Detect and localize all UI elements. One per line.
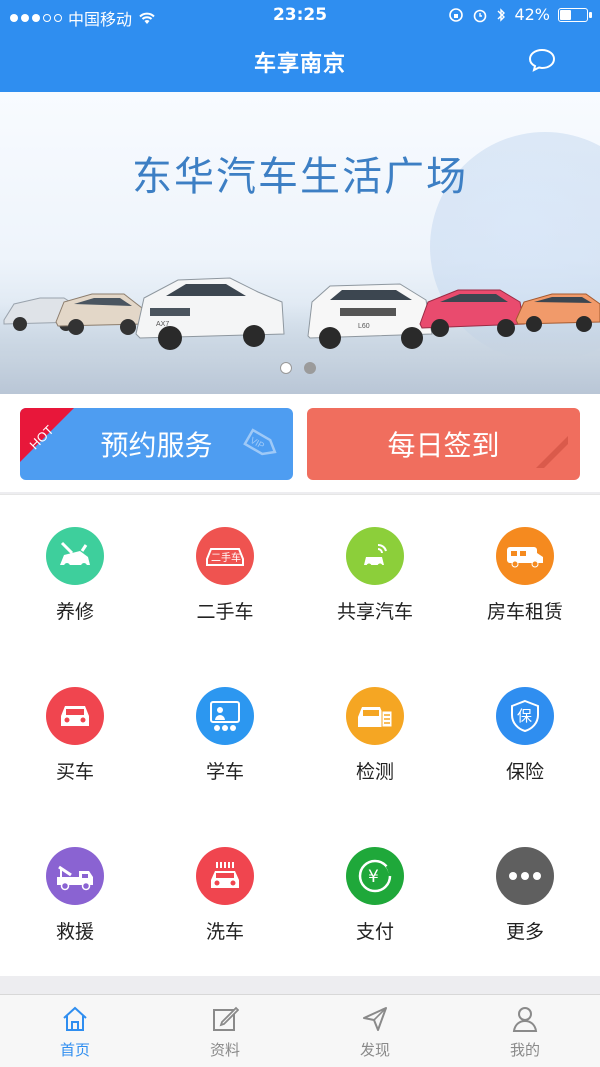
banner-title: 东华汽车生活广场 <box>132 154 468 200</box>
insurance-badge: 保 <box>517 707 532 725</box>
more-icon <box>496 847 554 905</box>
promo-banner[interactable]: 东华汽车生活广场 AX7 L60 <box>0 92 600 394</box>
tab-label: 首页 <box>59 1041 90 1059</box>
car-white-suv: AX7 <box>135 277 285 350</box>
service-label: 学车 <box>205 761 244 783</box>
book-service-button[interactable]: HOT 预约服务 VIP <box>20 408 293 480</box>
used-car-badge: 二手车 <box>211 551 241 564</box>
hot-badge: HOT <box>20 408 74 462</box>
car-label-l60: L60 <box>358 323 370 330</box>
service-label: 检测 <box>355 761 394 783</box>
pay-icon: ¥ <box>346 847 404 905</box>
insurance-icon: 保 <box>496 687 554 745</box>
service-label: 买车 <box>55 761 94 783</box>
banner-dot-2[interactable] <box>304 362 316 374</box>
tow-truck-icon <box>46 847 104 905</box>
page-title: 车享南京 <box>253 52 346 77</box>
inspection-icon <box>346 687 404 745</box>
service-rv-rental[interactable]: 房车租赁 <box>450 495 600 655</box>
daily-checkin-button[interactable]: 每日签到 <box>307 408 580 480</box>
car-wash-icon <box>196 847 254 905</box>
car-red <box>419 289 525 337</box>
home-icon <box>63 1006 87 1031</box>
rotation-lock-icon <box>449 7 464 22</box>
service-label: 二手车 <box>196 601 254 623</box>
driving-school-icon <box>196 687 254 745</box>
used-car-icon: 二手车 <box>196 527 254 585</box>
service-label: 房车租赁 <box>486 601 563 623</box>
service-more[interactable]: 更多 <box>450 815 600 975</box>
banner-pagination <box>280 362 316 374</box>
tab-me[interactable]: 我的 <box>450 995 600 1067</box>
service-used-car[interactable]: 二手车 二手车 <box>150 495 300 655</box>
user-icon <box>512 1007 538 1032</box>
tab-profile-info[interactable]: 资料 <box>150 995 300 1067</box>
car-white-sedan: L60 <box>307 283 433 349</box>
tab-discover[interactable]: 发现 <box>300 995 450 1067</box>
car-beige <box>55 293 145 335</box>
repair-icon <box>46 527 104 585</box>
bluetooth-icon <box>497 7 506 22</box>
service-rescue[interactable]: 救援 <box>0 815 150 975</box>
vip-tag-icon: VIP <box>243 428 277 456</box>
service-label: 养修 <box>55 601 94 623</box>
cars-illustration: AX7 L60 <box>3 277 600 350</box>
service-buy-car[interactable]: 买车 <box>0 655 150 815</box>
top-bar: 中国移动 23:25 42% 车享南京 <box>0 0 600 92</box>
share-car-icon <box>346 527 404 585</box>
service-car-wash[interactable]: 洗车 <box>150 815 300 975</box>
tab-label: 我的 <box>509 1041 540 1059</box>
buy-car-icon <box>46 687 104 745</box>
service-label: 救援 <box>55 921 94 943</box>
battery-icon <box>558 7 592 22</box>
services-grid: 养修 二手车 二手车 共享汽车 房车租赁 买车 学车 检测 保 保险 救援 洗车… <box>0 494 600 976</box>
message-icon[interactable] <box>528 48 556 72</box>
service-label: 更多 <box>505 921 544 943</box>
service-payment[interactable]: ¥ 支付 <box>300 815 450 975</box>
service-label: 保险 <box>505 761 544 783</box>
battery-percent: 42% <box>514 5 550 24</box>
bottom-tab-bar: 首页 资料 发现 我的 <box>0 994 600 1067</box>
service-label: 支付 <box>355 921 394 943</box>
service-maintenance[interactable]: 养修 <box>0 495 150 655</box>
banner-dot-1[interactable] <box>280 362 292 374</box>
service-driving-school[interactable]: 学车 <box>150 655 300 815</box>
tab-home[interactable]: 首页 <box>0 995 150 1067</box>
pen-icon <box>536 436 568 468</box>
service-insurance[interactable]: 保 保险 <box>450 655 600 815</box>
pay-badge: ¥ <box>368 867 379 887</box>
tab-label: 资料 <box>209 1041 240 1059</box>
tab-label: 发现 <box>359 1041 390 1059</box>
service-car-sharing[interactable]: 共享汽车 <box>300 495 450 655</box>
alarm-icon <box>474 9 487 22</box>
car-label-ax7: AX7 <box>156 321 169 328</box>
service-label: 洗车 <box>205 921 244 943</box>
book-service-label: 预约服务 <box>100 429 213 462</box>
daily-checkin-label: 每日签到 <box>387 429 500 462</box>
status-bar: 中国移动 23:25 42% <box>0 0 600 32</box>
service-label: 共享汽车 <box>336 601 413 623</box>
quick-actions: HOT 预约服务 VIP 每日签到 <box>0 394 600 492</box>
edit-icon <box>213 1006 239 1031</box>
rv-icon <box>496 527 554 585</box>
service-inspection[interactable]: 检测 <box>300 655 450 815</box>
car-orange <box>515 293 600 332</box>
discover-icon <box>363 1007 387 1031</box>
